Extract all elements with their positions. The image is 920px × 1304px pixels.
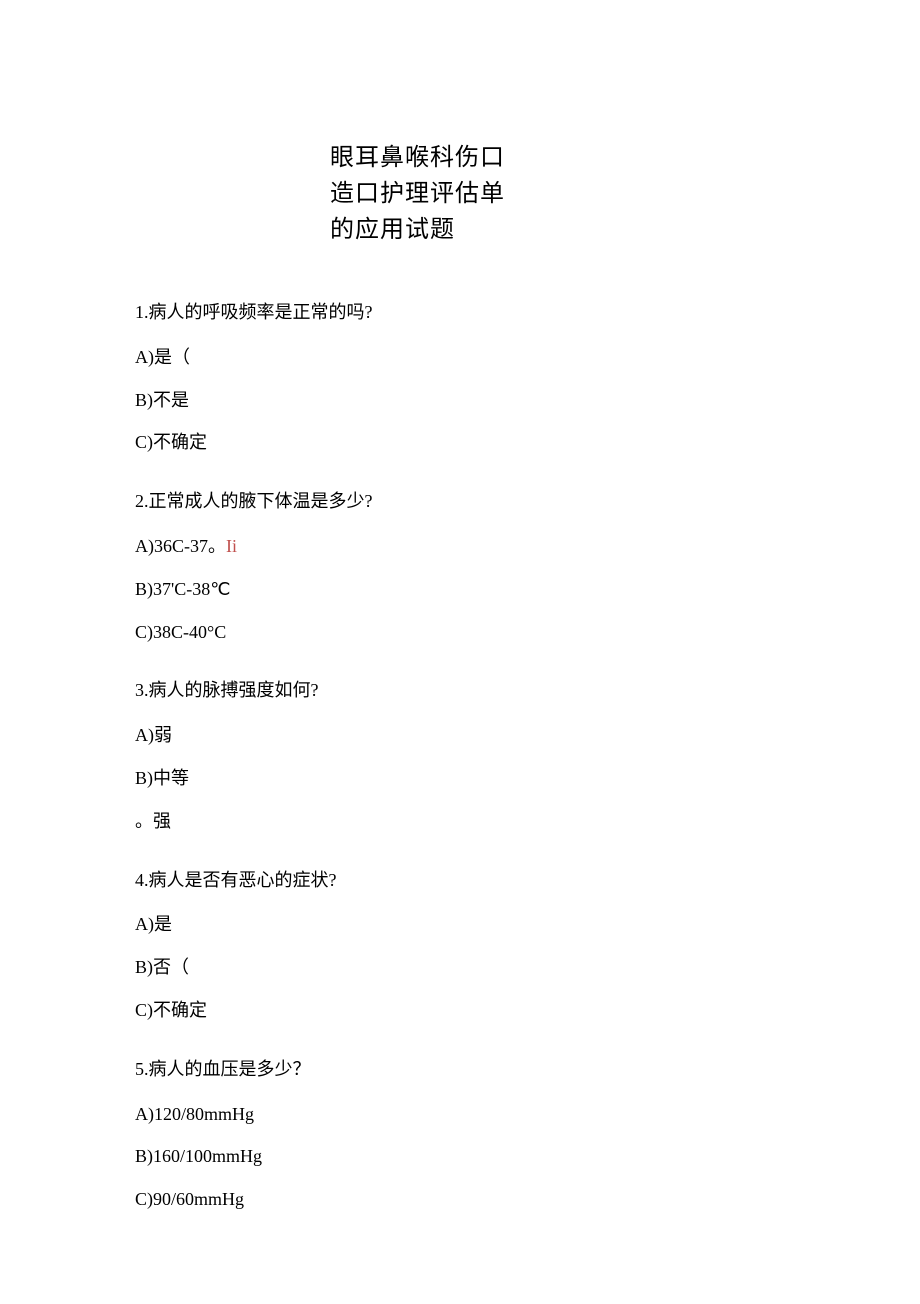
question-block: 4.病人是否有恶心的症状? A)是 B)否（ C)不确定: [135, 866, 785, 1025]
option: A)是（: [135, 343, 785, 372]
option: B)不是: [135, 386, 785, 415]
option: A)120/80mmHg: [135, 1100, 785, 1129]
option-text: 否（: [153, 957, 189, 977]
option-text: 不确定: [153, 1000, 207, 1020]
option-text: 120/80mmHg: [154, 1104, 254, 1124]
option: A)是: [135, 910, 785, 939]
option-text: 90/60mmHg: [153, 1189, 244, 1209]
option-colored: Ii: [226, 536, 237, 556]
option: B)37'C-38℃: [135, 575, 785, 604]
document-title: 眼耳鼻喉科伤口 造口护理评估单 的应用试题: [330, 140, 590, 248]
option: B)中等: [135, 764, 785, 793]
option-prefix: A): [135, 1104, 154, 1124]
option-prefix: C): [135, 1000, 153, 1020]
option-prefix: B): [135, 768, 153, 788]
option-text: 是（: [154, 347, 190, 367]
option-prefix: C): [135, 622, 153, 642]
option-text: 中等: [153, 768, 189, 788]
question-text: 2.正常成人的腋下体温是多少?: [135, 487, 785, 516]
option-text: 36C-37。: [154, 536, 226, 556]
title-line-3: 的应用试题: [330, 212, 590, 248]
option-prefix: B): [135, 579, 153, 599]
option: C)90/60mmHg: [135, 1185, 785, 1214]
option-prefix: A): [135, 536, 154, 556]
option: 。强: [135, 807, 785, 836]
option: B)160/100mmHg: [135, 1142, 785, 1171]
question-block: 1.病人的呼吸频率是正常的吗? A)是（ B)不是 C)不确定: [135, 298, 785, 457]
option-prefix: B): [135, 1146, 153, 1166]
option-prefix: A): [135, 914, 154, 934]
question-block: 5.病人的血压是多少？ A)120/80mmHg B)160/100mmHg C…: [135, 1055, 785, 1214]
option: C)不确定: [135, 996, 785, 1025]
option-text: 38C-40°C: [153, 622, 226, 642]
option-text: 强: [153, 811, 171, 831]
option-prefix: C): [135, 432, 153, 452]
option-text: 不确定: [153, 432, 207, 452]
option-prefix: B): [135, 957, 153, 977]
option: A)36C-37。Ii: [135, 532, 785, 561]
option-text: 160/100mmHg: [153, 1146, 262, 1166]
question-block: 3.病人的脉搏强度如何? A)弱 B)中等 。强: [135, 676, 785, 835]
question-text: 1.病人的呼吸频率是正常的吗?: [135, 298, 785, 327]
title-line-2: 造口护理评估单: [330, 176, 590, 212]
option: B)否（: [135, 953, 785, 982]
question-text: 5.病人的血压是多少？: [135, 1055, 785, 1084]
option: C)38C-40°C: [135, 618, 785, 647]
option-text: 不是: [153, 390, 189, 410]
option-prefix: B): [135, 390, 153, 410]
option-prefix: C): [135, 1189, 153, 1209]
option-prefix: A): [135, 347, 154, 367]
title-line-1: 眼耳鼻喉科伤口: [330, 140, 590, 176]
option-prefix: A): [135, 725, 154, 745]
question-text: 3.病人的脉搏强度如何?: [135, 676, 785, 705]
question-text: 4.病人是否有恶心的症状?: [135, 866, 785, 895]
option: A)弱: [135, 721, 785, 750]
option: C)不确定: [135, 428, 785, 457]
option-text: 弱: [154, 725, 172, 745]
option-text: 37'C-38℃: [153, 579, 230, 599]
option-prefix: 。: [135, 811, 153, 831]
question-block: 2.正常成人的腋下体温是多少? A)36C-37。Ii B)37'C-38℃ C…: [135, 487, 785, 646]
option-text: 是: [154, 914, 172, 934]
